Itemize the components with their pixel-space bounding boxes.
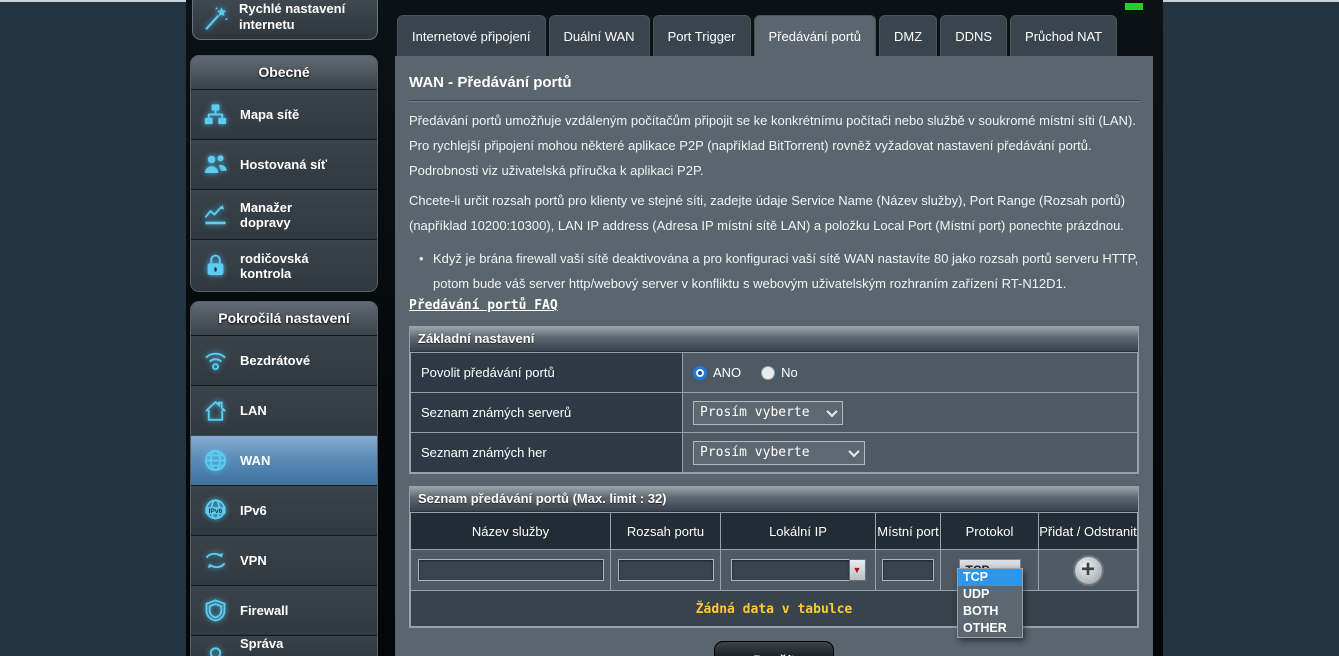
sidebar-item-wan[interactable]: WAN — [191, 435, 377, 485]
intro-line: Pro rychlejší připojení mohou některé ap… — [409, 133, 1139, 158]
firewall-note: Když je brána firewall vaší sítě deaktiv… — [409, 246, 1139, 296]
local-ip-input[interactable] — [731, 559, 849, 581]
intro-text: Předávání portů umožňuje vzdáleným počít… — [409, 108, 1139, 238]
col-service-name: Název služby — [411, 513, 611, 550]
sidebar-item-wireless[interactable]: Bezdrátové — [191, 335, 377, 385]
magic-wand-icon — [201, 3, 231, 33]
radio-yes-label[interactable]: ANO — [713, 365, 741, 380]
empty-table-message: Žádná data v tabulce — [696, 602, 853, 617]
chevron-down-icon — [848, 445, 859, 456]
intro-line: Předávání portů umožňuje vzdáleným počít… — [409, 108, 1139, 133]
forward-list-title: Seznam předávání portů (Max. limit : 32) — [410, 487, 1138, 512]
tab-port-forwarding[interactable]: Předávání portů — [754, 15, 877, 56]
tab-dmz[interactable]: DMZ — [879, 15, 937, 56]
sidebar-item-ipv6[interactable]: IPv6 IPv6 — [191, 485, 377, 535]
port-forwarding-faq-link[interactable]: Předávání portů FAQ — [409, 298, 558, 313]
tab-internet-connection[interactable]: Internetové připojení — [397, 15, 546, 56]
network-map-icon — [202, 101, 229, 128]
service-name-input[interactable] — [418, 559, 604, 581]
sidebar-section-title: Pokročilá nastavení — [191, 302, 377, 335]
wan-icon — [202, 447, 229, 474]
protocol-option-both[interactable]: BOTH — [958, 603, 1022, 620]
page-title: WAN - Předávání portů — [409, 74, 1139, 91]
protocol-options-dropdown: TCP UDP BOTH OTHER — [957, 568, 1023, 638]
table-row: Seznam známých serverů Prosím vyberte — [411, 393, 1138, 433]
sidebar-group-general: Obecné Mapa sítě Hostovaná síť Manažer d… — [190, 55, 378, 292]
tab-dual-wan[interactable]: Duální WAN — [549, 15, 650, 56]
sidebar-item-lan[interactable]: LAN — [191, 385, 377, 435]
input-row: ▼ TCP + — [411, 550, 1138, 591]
add-row-button[interactable]: + — [1073, 555, 1104, 586]
guest-network-icon — [202, 151, 229, 178]
lan-icon — [202, 397, 229, 424]
radio-no[interactable] — [761, 366, 775, 380]
sidebar-item-network-map[interactable]: Mapa sítě — [191, 89, 377, 139]
quick-setup-button[interactable]: Rychlé nastavení internetu — [192, 0, 378, 40]
apply-button[interactable]: Použít — [714, 641, 834, 656]
wireless-icon — [202, 347, 229, 374]
sidebar-item-administration[interactable]: Správa — [191, 635, 377, 656]
col-local-port: Místní port — [876, 513, 941, 550]
local-ip-dropdown-button[interactable]: ▼ — [849, 559, 866, 581]
basic-settings-section: Základní nastavení Povolit předávání por… — [409, 326, 1139, 474]
traffic-manager-icon — [202, 201, 229, 228]
sidebar-item-firewall[interactable]: Firewall — [191, 585, 377, 635]
known-servers-select[interactable]: Prosím vyberte — [693, 401, 843, 425]
intro-line: Podrobnosti viz uživatelská příručka k a… — [409, 158, 1139, 183]
sidebar-group-advanced: Pokročilá nastavení Bezdrátové LAN WAN I… — [190, 301, 378, 656]
tab-port-trigger[interactable]: Port Trigger — [653, 15, 751, 56]
sidebar-item-traffic-manager[interactable]: Manažer dopravy — [191, 189, 377, 239]
known-games-select[interactable]: Prosím vyberte — [693, 441, 865, 465]
radio-no-label[interactable]: No — [781, 365, 798, 380]
sidebar-section-title: Obecné — [191, 56, 377, 89]
table-row: Seznam známých her Prosím vyberte — [411, 433, 1138, 473]
table-row: Povolit předávání portů ANO No — [411, 353, 1138, 393]
local-port-input[interactable] — [882, 559, 934, 581]
svg-text:IPv6: IPv6 — [209, 508, 223, 515]
wan-tab-bar: Internetové připojení Duální WAN Port Tr… — [397, 15, 1117, 56]
empty-row: Žádná data v tabulce — [411, 591, 1138, 627]
radio-yes[interactable] — [693, 366, 707, 380]
enable-port-forwarding-label: Povolit předávání portů — [411, 353, 683, 393]
ipv6-icon: IPv6 — [202, 497, 229, 524]
admin-icon — [202, 644, 229, 656]
firewall-icon — [202, 597, 229, 624]
sidebar-item-guest-network[interactable]: Hostovaná síť — [191, 139, 377, 189]
protocol-option-other[interactable]: OTHER — [958, 620, 1022, 637]
title-divider — [409, 100, 1139, 102]
sidebar-item-parental-control[interactable]: rodičovská kontrola — [191, 239, 377, 291]
col-add-delete: Přidat / Odstranit — [1039, 513, 1138, 550]
known-servers-label: Seznam známých serverů — [411, 393, 683, 433]
status-led — [1125, 3, 1143, 10]
intro-line: Chcete-li určit rozsah portů pro klienty… — [409, 188, 1139, 238]
col-protocol: Protokol — [941, 513, 1039, 550]
col-local-ip: Lokální IP — [721, 513, 876, 550]
sidebar-item-vpn[interactable]: VPN — [191, 535, 377, 585]
col-port-range: Rozsah portu — [611, 513, 721, 550]
tab-nat-passthrough[interactable]: Průchod NAT — [1010, 15, 1117, 56]
quick-setup-label: Rychlé nastavení internetu — [239, 1, 359, 33]
chevron-down-icon — [826, 405, 837, 416]
protocol-option-tcp[interactable]: TCP — [958, 569, 1022, 586]
protocol-option-udp[interactable]: UDP — [958, 586, 1022, 603]
known-games-label: Seznam známých her — [411, 433, 683, 473]
forward-list-section: Seznam předávání portů (Max. limit : 32)… — [409, 486, 1139, 628]
vpn-icon — [202, 547, 229, 574]
parental-control-icon — [202, 252, 229, 279]
table-header-row: Název služby Rozsah portu Lokální IP Mís… — [411, 513, 1138, 550]
port-range-input[interactable] — [618, 559, 714, 581]
tab-ddns[interactable]: DDNS — [940, 15, 1007, 56]
basic-settings-title: Základní nastavení — [410, 327, 1138, 352]
main-content-panel: WAN - Předávání portů Předávání portů um… — [395, 56, 1153, 656]
